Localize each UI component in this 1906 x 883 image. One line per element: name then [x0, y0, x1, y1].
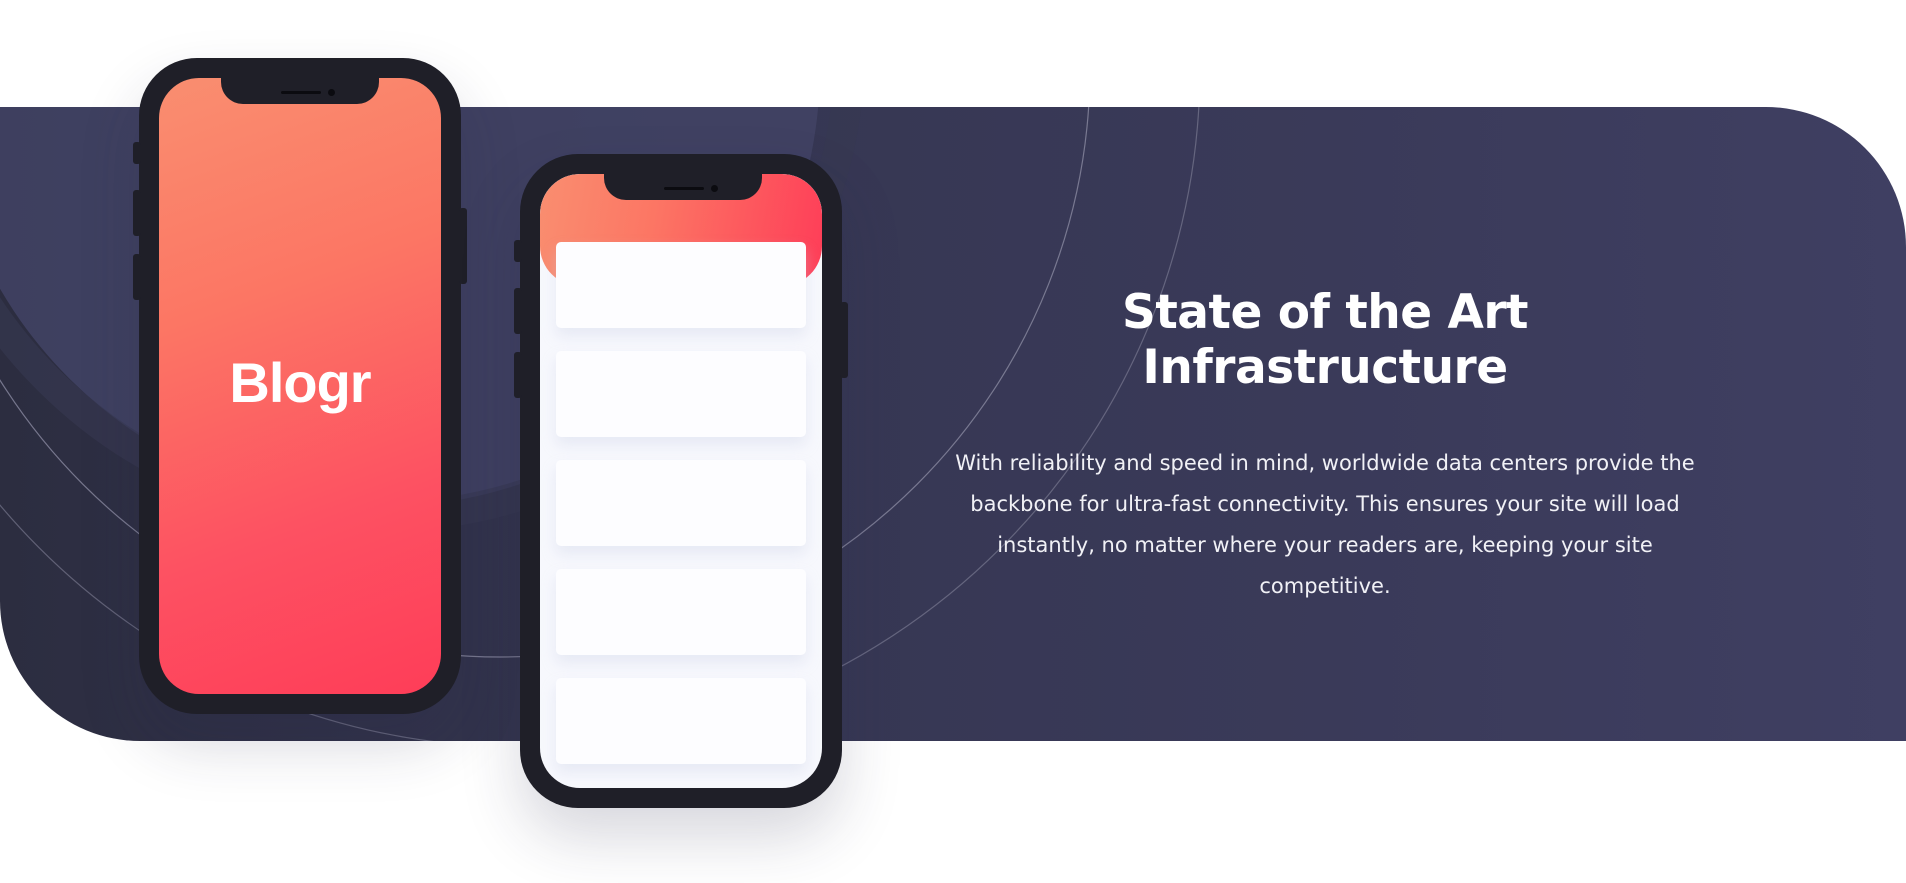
- phone-button: [514, 288, 522, 334]
- content-card: [556, 678, 806, 764]
- content-card: [556, 242, 806, 328]
- section-content: State of the Art Infrastructure With rel…: [950, 285, 1700, 607]
- blogr-logo: Blogr: [229, 351, 371, 414]
- phone-speaker: [281, 91, 321, 94]
- phone-camera-icon: [711, 185, 718, 192]
- phone-button: [514, 240, 522, 262]
- infrastructure-section: Blogr State of the Art Infrastructure Wi…: [0, 0, 1906, 883]
- phone-notch: [221, 76, 379, 104]
- content-card: [556, 460, 806, 546]
- phone-screen: [540, 174, 822, 788]
- phone-screen: Blogr: [159, 78, 441, 694]
- phone-speaker: [664, 187, 704, 190]
- section-title: State of the Art Infrastructure: [1121, 285, 1529, 395]
- content-card: [556, 569, 806, 655]
- phone-mockup-app: [514, 154, 848, 808]
- phone-button: [459, 208, 467, 284]
- phone-button: [133, 142, 141, 164]
- phone-notch: [604, 172, 762, 200]
- section-description: With reliability and speed in mind, worl…: [955, 451, 1695, 598]
- phone-button: [133, 254, 141, 300]
- phone-mockup-splash: Blogr: [133, 58, 467, 714]
- phone-button: [840, 302, 848, 378]
- phone-button: [514, 352, 522, 398]
- content-card: [556, 351, 806, 437]
- phone-camera-icon: [328, 89, 335, 96]
- phone-button: [133, 190, 141, 236]
